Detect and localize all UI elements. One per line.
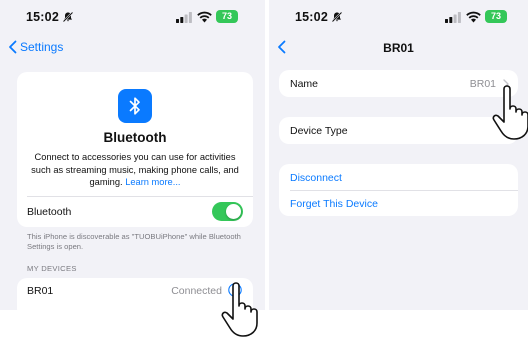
wifi-icon	[466, 11, 481, 23]
name-value: BR01	[469, 78, 496, 90]
info-icon[interactable]	[228, 283, 242, 297]
status-bar: 15:02 73	[0, 0, 265, 34]
status-bar: 15:02 73	[269, 0, 528, 34]
bluetooth-toggle[interactable]	[212, 202, 243, 221]
wifi-icon	[197, 11, 212, 23]
forget-device-button[interactable]: Forget This Device	[290, 198, 378, 210]
page-title: BR01	[383, 41, 414, 55]
chevron-right-icon	[503, 79, 509, 89]
cellular-signal-icon	[445, 12, 461, 23]
bluetooth-card: Bluetooth Connect to accessories you can…	[17, 72, 253, 227]
device-actions-card: Disconnect Forget This Device	[279, 164, 518, 216]
bluetooth-description: Connect to accessories you can use for a…	[27, 151, 243, 189]
chevron-left-icon	[9, 40, 17, 54]
separator	[290, 190, 518, 191]
name-label: Name	[290, 78, 319, 90]
battery-icon: 73	[485, 10, 507, 23]
device-type-row[interactable]: Device Type	[279, 117, 518, 144]
battery-icon: 73	[216, 10, 238, 23]
device-row-br01[interactable]: BR01 Connected	[17, 278, 253, 310]
discoverable-note: This iPhone is discoverable as "TUOBUiPh…	[27, 232, 241, 251]
separator	[27, 196, 253, 197]
disconnect-button[interactable]: Disconnect	[290, 172, 342, 184]
learn-more-link[interactable]: Learn more...	[125, 177, 180, 187]
device-type-label: Device Type	[290, 125, 348, 137]
bluetooth-icon	[118, 89, 152, 123]
back-label: Settings	[20, 40, 64, 54]
device-details-screen: 15:02 73 BR01 Name BR01 Device Type Disc…	[269, 0, 528, 310]
status-time: 15:02	[26, 10, 59, 24]
bell-slash-icon	[62, 11, 74, 23]
back-button[interactable]: Settings	[8, 40, 63, 54]
chevron-right-icon	[503, 126, 509, 136]
bluetooth-title: Bluetooth	[103, 130, 167, 145]
back-button[interactable]	[277, 40, 289, 54]
bell-slash-icon	[331, 11, 343, 23]
toggle-knob	[226, 204, 241, 219]
cellular-signal-icon	[176, 12, 192, 23]
bluetooth-settings-screen: 15:02 73 Settings Bluetooth Connect to a…	[0, 0, 265, 310]
name-row[interactable]: Name BR01	[279, 70, 518, 97]
device-name: BR01	[27, 285, 54, 297]
my-devices-header: MY DEVICES	[27, 264, 77, 273]
device-status: Connected	[171, 285, 222, 297]
status-time: 15:02	[295, 10, 328, 24]
chevron-left-icon	[278, 40, 286, 54]
bluetooth-toggle-label: Bluetooth	[27, 206, 72, 218]
